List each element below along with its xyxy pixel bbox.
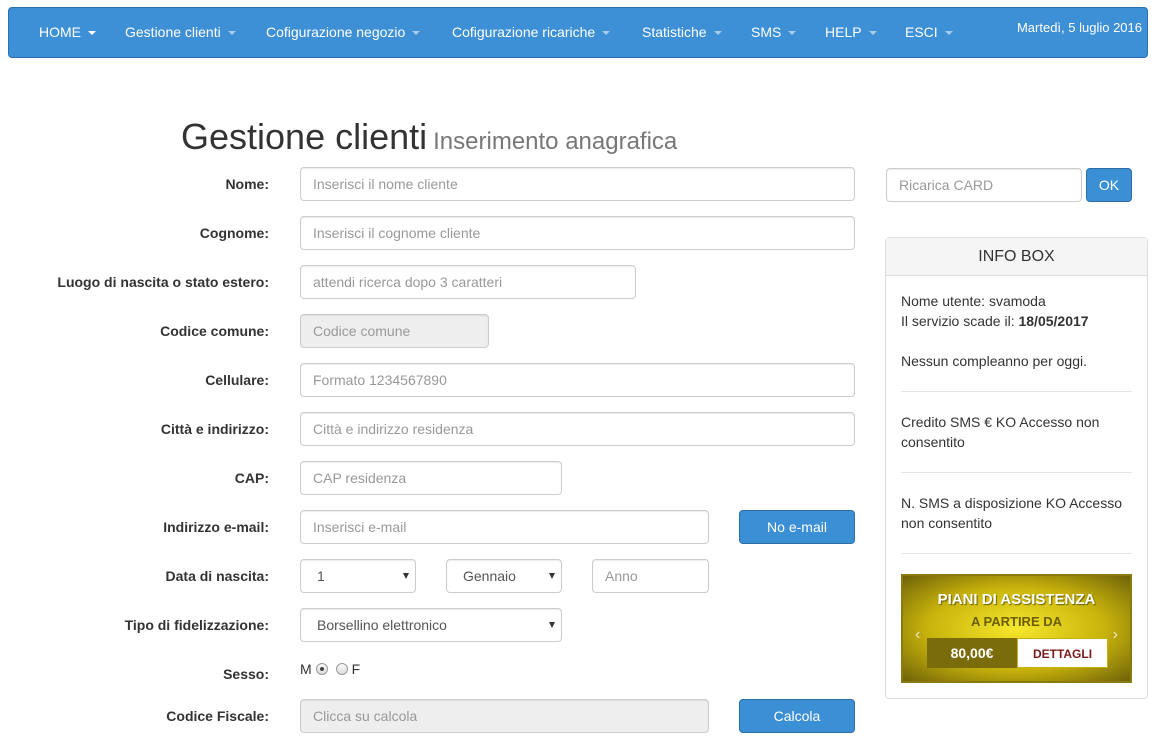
codice-comune-label: Codice comune: bbox=[160, 323, 269, 339]
birth-year-input[interactable] bbox=[592, 559, 709, 593]
chevron-down-icon bbox=[944, 31, 953, 36]
cellulare-label: Cellulare: bbox=[205, 372, 269, 388]
page-title: Gestione clienti Inserimento anagrafica bbox=[181, 116, 677, 158]
user-name-text: Nome utente: svamoda bbox=[901, 293, 1046, 309]
nav-home-label: HOME bbox=[39, 24, 81, 40]
nav-esci-label: ESCI bbox=[905, 24, 938, 40]
cognome-input[interactable] bbox=[300, 216, 855, 250]
service-expiry-label: Il servizio scade il: bbox=[901, 313, 1019, 329]
birth-month-value: Gennaio bbox=[463, 568, 516, 584]
sms-credit-text-line1: Credito SMS € KO Accesso non bbox=[901, 414, 1100, 430]
dropdown-arrow-icon bbox=[549, 622, 555, 628]
sesso-f-label: F bbox=[351, 661, 361, 677]
nav-help-label: HELP bbox=[825, 24, 862, 40]
ricarica-card-input[interactable] bbox=[886, 168, 1082, 202]
assistance-plans-banner[interactable]: PIANI DI ASSISTENZA A PARTIRE DA ‹ › 80,… bbox=[901, 574, 1132, 683]
codice-fiscale-input bbox=[300, 699, 709, 733]
nav-esci[interactable]: ESCI bbox=[905, 8, 953, 57]
chevron-down-icon bbox=[412, 31, 421, 36]
nav-gestione-clienti[interactable]: Gestione clienti bbox=[125, 8, 236, 57]
chevron-down-icon bbox=[788, 31, 797, 36]
chevron-down-icon bbox=[713, 31, 722, 36]
codice-comune-input bbox=[300, 314, 489, 348]
luogo-nascita-input[interactable] bbox=[300, 265, 636, 299]
divider bbox=[901, 553, 1132, 554]
nav-configurazione-ricariche-label: Cofigurazione ricariche bbox=[452, 24, 596, 40]
data-nascita-label: Data di nascita: bbox=[165, 568, 269, 584]
email-input[interactable] bbox=[300, 510, 709, 544]
cap-input[interactable] bbox=[300, 461, 562, 495]
luogo-nascita-label: Luogo di nascita o stato estero: bbox=[57, 274, 269, 290]
dropdown-arrow-icon bbox=[549, 573, 555, 579]
divider bbox=[901, 472, 1132, 473]
nav-statistiche-label: Statistiche bbox=[642, 24, 707, 40]
sesso-m-label: M bbox=[300, 661, 312, 677]
chevron-right-icon[interactable]: › bbox=[1113, 626, 1118, 644]
service-expiry: Il servizio scade il: 18/05/2017 bbox=[901, 311, 1089, 331]
chevron-down-icon bbox=[227, 31, 236, 36]
nav-sms-label: SMS bbox=[751, 24, 782, 40]
sms-available-text-line1: N. SMS a disposizione KO Accesso bbox=[901, 495, 1122, 511]
sesso-f-radio[interactable] bbox=[335, 663, 348, 675]
citta-indirizzo-input[interactable] bbox=[300, 412, 855, 446]
nome-label: Nome: bbox=[225, 176, 269, 192]
sesso-radio-group: M F bbox=[300, 661, 360, 677]
info-box: INFO BOX Nome utente: svamoda Il servizi… bbox=[885, 237, 1148, 699]
banner-price: 80,00€ bbox=[927, 638, 1017, 668]
divider bbox=[901, 391, 1132, 392]
nav-configurazione-negozio-label: Cofigurazione negozio bbox=[266, 24, 406, 40]
banner-details-button[interactable]: DETTAGLI bbox=[1017, 638, 1108, 668]
nav-configurazione-ricariche[interactable]: Cofigurazione ricariche bbox=[452, 8, 611, 57]
cognome-label: Cognome: bbox=[199, 225, 269, 241]
fidelizzazione-value: Borsellino elettronico bbox=[317, 617, 447, 633]
nav-help[interactable]: HELP bbox=[825, 8, 877, 57]
nome-input[interactable] bbox=[300, 167, 855, 201]
nav-date: Martedì, 5 luglio 2016 bbox=[1016, 20, 1142, 35]
birthdays-text: Nessun compleanno per oggi. bbox=[901, 353, 1088, 369]
fidelizzazione-label: Tipo di fidelizzazione: bbox=[124, 617, 269, 633]
service-expiry-date: 18/05/2017 bbox=[1018, 313, 1089, 329]
nav-sms[interactable]: SMS bbox=[751, 8, 797, 57]
ricarica-ok-button[interactable]: OK bbox=[1086, 168, 1132, 202]
cap-label: CAP: bbox=[234, 470, 269, 486]
nav-configurazione-negozio[interactable]: Cofigurazione negozio bbox=[266, 8, 421, 57]
dropdown-arrow-icon bbox=[403, 573, 409, 579]
sms-credit-text-line2: consentito bbox=[901, 434, 965, 450]
nav-statistiche[interactable]: Statistiche bbox=[642, 8, 722, 57]
chevron-down-icon bbox=[88, 31, 96, 36]
banner-subheadline: A PARTIRE DA bbox=[971, 614, 1062, 629]
calcola-button[interactable]: Calcola bbox=[739, 699, 855, 733]
chevron-down-icon bbox=[868, 31, 877, 36]
cellulare-input[interactable] bbox=[300, 363, 855, 397]
banner-headline: PIANI DI ASSISTENZA bbox=[937, 591, 1096, 608]
fidelizzazione-select[interactable]: Borsellino elettronico bbox=[300, 608, 562, 642]
nav-gestione-clienti-label: Gestione clienti bbox=[125, 24, 221, 40]
email-label: Indirizzo e-mail: bbox=[163, 519, 269, 535]
codice-fiscale-label: Codice Fiscale: bbox=[166, 708, 269, 724]
chevron-left-icon[interactable]: ‹ bbox=[915, 626, 920, 644]
birth-day-value: 1 bbox=[317, 568, 325, 584]
no-email-button[interactable]: No e-mail bbox=[739, 510, 855, 544]
chevron-down-icon bbox=[602, 31, 611, 36]
top-navbar: HOME Gestione clienti Cofigurazione nego… bbox=[8, 7, 1148, 58]
sms-available-text-line2: non consentito bbox=[901, 515, 993, 531]
nav-home[interactable]: HOME bbox=[39, 8, 96, 57]
sesso-m-radio[interactable] bbox=[315, 663, 328, 675]
info-box-title: INFO BOX bbox=[886, 238, 1147, 276]
page-subtitle: Inserimento anagrafica bbox=[433, 128, 678, 155]
birth-day-select[interactable]: 1 bbox=[300, 559, 416, 593]
sesso-label: Sesso: bbox=[223, 666, 269, 682]
citta-indirizzo-label: Città e indirizzo: bbox=[160, 421, 269, 437]
birth-month-select[interactable]: Gennaio bbox=[446, 559, 562, 593]
page-title-text: Gestione clienti bbox=[181, 116, 428, 157]
